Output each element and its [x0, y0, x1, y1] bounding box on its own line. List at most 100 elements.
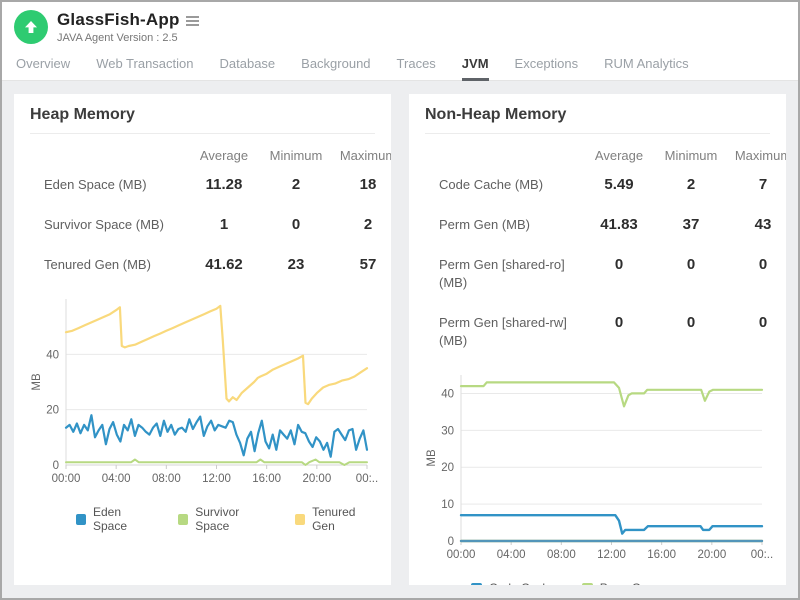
metric-maximum: 0	[727, 314, 786, 332]
up-arrow-icon	[23, 19, 39, 35]
metric-average: 5.49	[583, 176, 655, 194]
metric-average: 41.83	[583, 216, 655, 234]
svg-text:08:00: 08:00	[547, 549, 576, 561]
metric-minimum: 37	[655, 216, 727, 234]
column-maximum: Maximum	[727, 148, 786, 163]
svg-text:04:00: 04:00	[102, 473, 131, 485]
metric-label: Eden Space (MB)	[30, 176, 188, 194]
tab-database[interactable]: Database	[220, 56, 276, 80]
legend-swatch-icon	[295, 514, 305, 525]
svg-text:10: 10	[441, 499, 454, 511]
legend-swatch-icon	[471, 583, 482, 586]
svg-text:16:00: 16:00	[647, 549, 676, 561]
non-heap-memory-panel: Non-Heap Memory Average Minimum Maximum …	[409, 94, 786, 585]
legend-label: Eden Space	[93, 505, 152, 533]
metric-minimum: 0	[260, 216, 332, 234]
table-row: Eden Space (MB) 11.28 2 18	[30, 165, 375, 205]
non-heap-metrics-table: Average Minimum Maximum Code Cache (MB) …	[425, 144, 770, 361]
metric-label: Tenured Gen (MB)	[30, 256, 188, 274]
metric-average: 1	[188, 216, 260, 234]
heap-chart-legend: Eden Space Survivor Space Tenured Gen	[30, 505, 375, 533]
tab-rum-analytics[interactable]: RUM Analytics	[604, 56, 689, 80]
non-heap-chart-legend: Code CachePerm GenPerm Gen [shared-ro]Pe…	[425, 581, 770, 585]
app-window: GlassFish-App JAVA Agent Version : 2.5 O…	[0, 0, 800, 600]
svg-text:00:..: 00:..	[751, 549, 773, 561]
svg-text:12:00: 12:00	[597, 549, 626, 561]
legend-item[interactable]: Perm Gen	[582, 581, 655, 585]
legend-swatch-icon	[178, 514, 188, 525]
metric-average: 11.28	[188, 176, 260, 194]
column-maximum: Maximum	[332, 148, 391, 163]
metric-minimum: 2	[260, 176, 332, 194]
metric-average: 0	[583, 256, 655, 274]
svg-text:0: 0	[53, 460, 59, 472]
svg-text:40: 40	[441, 388, 454, 400]
svg-text:40: 40	[46, 349, 59, 361]
svg-text:0: 0	[448, 536, 454, 548]
svg-text:00:..: 00:..	[356, 473, 378, 485]
metric-maximum: 18	[332, 176, 391, 194]
hamburger-menu-icon[interactable]	[186, 14, 199, 26]
tab-overview[interactable]: Overview	[16, 56, 70, 80]
metric-minimum: 2	[655, 176, 727, 194]
column-minimum: Minimum	[655, 148, 727, 163]
panel-title: Non-Heap Memory	[425, 106, 770, 134]
legend-item[interactable]: Code Cache	[471, 581, 556, 585]
metric-label: Survivor Space (MB)	[30, 216, 188, 234]
column-average: Average	[188, 148, 260, 163]
tab-web-transaction[interactable]: Web Transaction	[96, 56, 193, 80]
table-header-row: Average Minimum Maximum	[425, 144, 770, 165]
svg-text:20:00: 20:00	[697, 549, 726, 561]
heap-metrics-table: Average Minimum Maximum Eden Space (MB) …	[30, 144, 375, 285]
status-icon	[14, 10, 48, 44]
metric-label: Perm Gen [shared-rw] (MB)	[425, 314, 583, 350]
metric-maximum: 43	[727, 216, 786, 234]
column-average: Average	[583, 148, 655, 163]
legend-swatch-icon	[76, 514, 86, 525]
metric-maximum: 57	[332, 256, 391, 274]
app-header: GlassFish-App JAVA Agent Version : 2.5	[2, 2, 798, 50]
tab-jvm[interactable]: JVM	[462, 56, 489, 81]
table-row: Perm Gen [shared-ro] (MB) 0 0 0	[425, 245, 770, 303]
table-row: Tenured Gen (MB) 41.62 23 57	[30, 245, 375, 285]
tab-background[interactable]: Background	[301, 56, 370, 80]
legend-row: Eden Space Survivor Space Tenured Gen	[76, 505, 375, 533]
metric-minimum: 0	[655, 314, 727, 332]
panel-title: Heap Memory	[30, 106, 375, 134]
legend-item[interactable]: Eden Space	[76, 505, 152, 533]
svg-text:16:00: 16:00	[252, 473, 281, 485]
jvm-content: Heap Memory Average Minimum Maximum Eden…	[2, 81, 798, 598]
svg-text:04:00: 04:00	[497, 549, 526, 561]
non-heap-memory-chart[interactable]: 01020304000:0004:0008:0012:0016:0020:000…	[425, 367, 770, 567]
legend-item[interactable]: Tenured Gen	[295, 505, 375, 533]
tab-traces[interactable]: Traces	[397, 56, 436, 80]
svg-text:00:00: 00:00	[52, 473, 81, 485]
metric-minimum: 0	[655, 256, 727, 274]
svg-text:08:00: 08:00	[152, 473, 181, 485]
legend-item[interactable]: Survivor Space	[178, 505, 269, 533]
heap-memory-chart[interactable]: 0 20 40 00:00 04:00 08:00 12:00 16:00 20:00 00:..…	[30, 291, 375, 491]
metric-maximum: 0	[727, 256, 786, 274]
app-title: GlassFish-App	[57, 10, 180, 30]
metric-label: Perm Gen (MB)	[425, 216, 583, 234]
agent-version-label: JAVA Agent Version : 2.5	[57, 32, 199, 44]
heap-memory-panel: Heap Memory Average Minimum Maximum Eden…	[14, 94, 391, 585]
metric-label: Code Cache (MB)	[425, 176, 583, 194]
table-row: Perm Gen (MB) 41.83 37 43	[425, 205, 770, 245]
tab-bar: Overview Web Transaction Database Backgr…	[2, 50, 798, 81]
svg-text:MB: MB	[426, 449, 438, 467]
legend-label: Survivor Space	[195, 505, 269, 533]
legend-row: Code Cache Perm Gen	[471, 581, 770, 585]
tab-exceptions[interactable]: Exceptions	[515, 56, 579, 80]
metric-label: Perm Gen [shared-ro] (MB)	[425, 256, 583, 292]
legend-label: Perm Gen	[600, 581, 655, 585]
metric-average: 0	[583, 314, 655, 332]
table-header-row: Average Minimum Maximum	[30, 144, 375, 165]
svg-text:12:00: 12:00	[202, 473, 231, 485]
metric-average: 41.62	[188, 256, 260, 274]
svg-text:MB: MB	[31, 373, 43, 391]
svg-text:20: 20	[46, 405, 59, 417]
svg-text:20:00: 20:00	[302, 473, 331, 485]
svg-text:20: 20	[441, 462, 454, 474]
metric-maximum: 7	[727, 176, 786, 194]
